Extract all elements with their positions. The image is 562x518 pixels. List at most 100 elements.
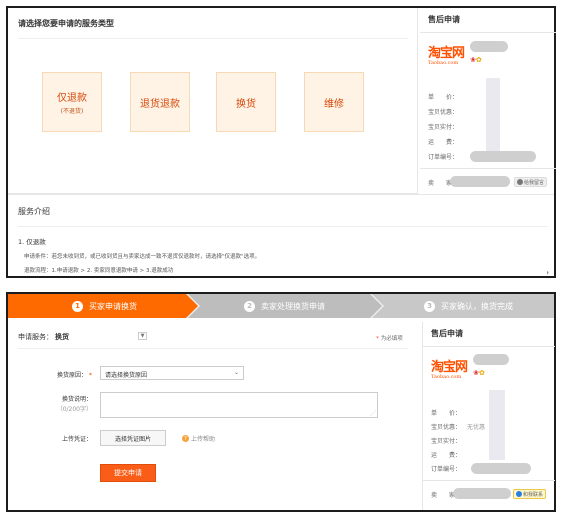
service-value: 换货	[55, 333, 69, 341]
reason-label-text: 换货原因：	[56, 372, 87, 379]
step-number: 3	[424, 300, 435, 312]
divider	[18, 38, 408, 39]
service-intro-title: 服务介绍	[18, 207, 50, 216]
service-label: 申请服务：	[18, 333, 53, 341]
wangwang-icon	[516, 491, 522, 497]
redacted-shop-name	[470, 41, 508, 52]
step-2: 2 卖家处理换货申请	[244, 294, 325, 318]
comma-mark: ，	[546, 267, 553, 275]
shipping-row: 运 费：	[431, 450, 461, 459]
wangwang-label: 和我联系	[523, 491, 544, 498]
service-return-refund-tile[interactable]: 退货退款	[130, 72, 190, 132]
wangwang-icon	[517, 179, 523, 185]
row-label: 宝贝优惠：	[431, 424, 462, 431]
row-label: 宝贝优惠：	[428, 109, 459, 116]
required-star-icon: *	[89, 372, 92, 379]
redacted-values	[486, 78, 500, 158]
shield-flower-icon: ❀✿	[473, 369, 485, 377]
service-intro-subtitle: 1. 仅退款	[18, 238, 46, 246]
service-intro-flow: 退款流程：1.申请退款 > 2. 卖家同意退款申请 > 3.退款成功	[24, 268, 174, 274]
divider	[8, 194, 554, 195]
divider	[423, 480, 555, 481]
taobao-logo: 淘宝网 Taobao.com	[431, 356, 468, 380]
required-note: * 为必填项	[376, 334, 403, 342]
upload-proof-button[interactable]: 选择凭证图片	[100, 430, 166, 446]
after-sale-sidebar: 售后申请 淘宝网 Taobao.com ❀✿ 单 价： 宝贝优惠： 宝贝实付： …	[420, 8, 556, 194]
row-label: 宝贝实付：	[428, 124, 459, 131]
redacted-order-number	[471, 463, 531, 474]
redacted-seller	[450, 176, 510, 187]
after-sale-sidebar: 售后申请 淘宝网 Taobao.com ❀✿ 单 价： 宝贝优惠： 无优惠 宝贝实…	[422, 322, 555, 510]
service-tile-sublabel: (不退货)	[60, 108, 84, 115]
order-number-row: 订单编号：	[428, 152, 458, 161]
taobao-logo: 淘宝网 Taobao.com	[428, 42, 465, 66]
service-repair-tile[interactable]: 维修	[304, 72, 364, 132]
redacted-values	[489, 390, 505, 460]
row-label: 运 费：	[431, 452, 462, 459]
row-label: 运 费：	[428, 139, 459, 146]
row-label: 宝贝实付：	[431, 438, 462, 445]
service-tile-label: 退货退款	[140, 98, 180, 110]
service-tile-label: 换货	[236, 98, 256, 110]
redacted-seller	[453, 488, 511, 499]
exchange-form-area: 申请服务： 换货 ▼ * 为必填项 换货原因： * 请选择换货原因 ⌄ 换货说明： （…	[8, 322, 418, 510]
shipping-row: 运 费：	[428, 137, 458, 146]
desc-textarea[interactable]: ⋰	[100, 392, 378, 418]
step-3: 3 买家确认，换货完成	[424, 294, 513, 318]
service-type-title: 请选择您要申请的服务类型	[18, 19, 114, 28]
service-refund-only-tile[interactable]: 仅退款 (不退货)	[42, 72, 102, 132]
row-label: 单 价：	[428, 94, 459, 101]
row-label: 单 价：	[431, 410, 462, 417]
upload-label: 上传凭证：	[61, 436, 92, 443]
chevron-down-icon: ⌄	[233, 369, 239, 376]
sidebar-title: 售后申请	[431, 329, 463, 338]
service-tile-label: 仅退款	[57, 93, 87, 104]
reason-select[interactable]: 请选择换货原因 ⌄	[100, 366, 244, 380]
redacted-order-number	[470, 151, 536, 162]
divider	[420, 32, 556, 33]
divider	[18, 348, 408, 349]
discount-row: 宝贝优惠：	[428, 107, 458, 116]
submit-request-button[interactable]: 提交申请	[100, 464, 156, 482]
upload-help-text: 上传帮助	[191, 436, 216, 443]
resize-grip-icon[interactable]: ⋰	[370, 410, 376, 417]
step-number: 1	[72, 300, 83, 312]
shield-flower-icon: ❀✿	[470, 56, 482, 64]
service-type-area: 请选择您要申请的服务类型 仅退款 (不退货) 退货退款 换货 维修	[8, 8, 418, 194]
exchange-request-panel: 1 买家申请换货 2 卖家处理换货申请 3 买家确认，换货完成 申请服务： 换货 …	[6, 292, 556, 512]
divider	[420, 168, 556, 169]
service-tile-label: 维修	[324, 98, 344, 110]
upload-help-link[interactable]: ? 上传帮助	[182, 434, 215, 443]
step-1: 1 买家申请换货	[72, 294, 137, 318]
logo-text-cn: 淘宝网	[428, 46, 465, 61]
desc-counter: （0/200字）	[56, 406, 92, 413]
reason-label: 换货原因： *	[22, 370, 92, 379]
divider	[423, 346, 555, 347]
discount-row: 宝贝优惠： 无优惠	[431, 422, 485, 431]
progress-steps: 1 买家申请换货 2 卖家处理换货申请 3 买家确认，换货完成	[8, 294, 554, 318]
service-type-panel: 请选择您要申请的服务类型 仅退款 (不退货) 退货退款 换货 维修 售后申请 淘…	[6, 6, 556, 278]
paid-row: 宝贝实付：	[431, 436, 461, 445]
service-intro-condition: 申请条件：若您未收到货，或已收到货且与卖家达成一致不退货仅退款时，请选择"仅退款…	[24, 254, 261, 260]
wangwang-label: 给我留言	[524, 179, 545, 186]
logo-text-cn: 淘宝网	[431, 360, 468, 375]
row-label: 订单编号：	[428, 154, 459, 161]
row-label: 订单编号：	[431, 466, 462, 473]
reason-select-value: 请选择换货原因	[105, 372, 148, 379]
step-label: 买家申请换货	[89, 301, 137, 311]
desc-label: 换货说明：	[61, 396, 92, 403]
wangwang-message-button[interactable]: 给我留言	[514, 177, 548, 187]
discount-value: 无优惠	[467, 424, 486, 431]
paid-row: 宝贝实付：	[428, 122, 458, 131]
sidebar-title: 售后申请	[428, 15, 460, 24]
required-note-text: 为必填项	[380, 336, 403, 342]
question-icon: ?	[182, 435, 189, 442]
service-dropdown-caret-icon[interactable]: ▼	[138, 332, 147, 340]
step-number: 2	[244, 300, 255, 312]
redacted-shop-name	[473, 354, 509, 365]
service-exchange-tile[interactable]: 换货	[216, 72, 276, 132]
wangwang-contact-button[interactable]: 和我联系	[513, 489, 547, 499]
service-field: 申请服务： 换货	[18, 332, 69, 342]
order-number-row: 订单编号：	[431, 464, 461, 473]
divider	[18, 226, 548, 227]
